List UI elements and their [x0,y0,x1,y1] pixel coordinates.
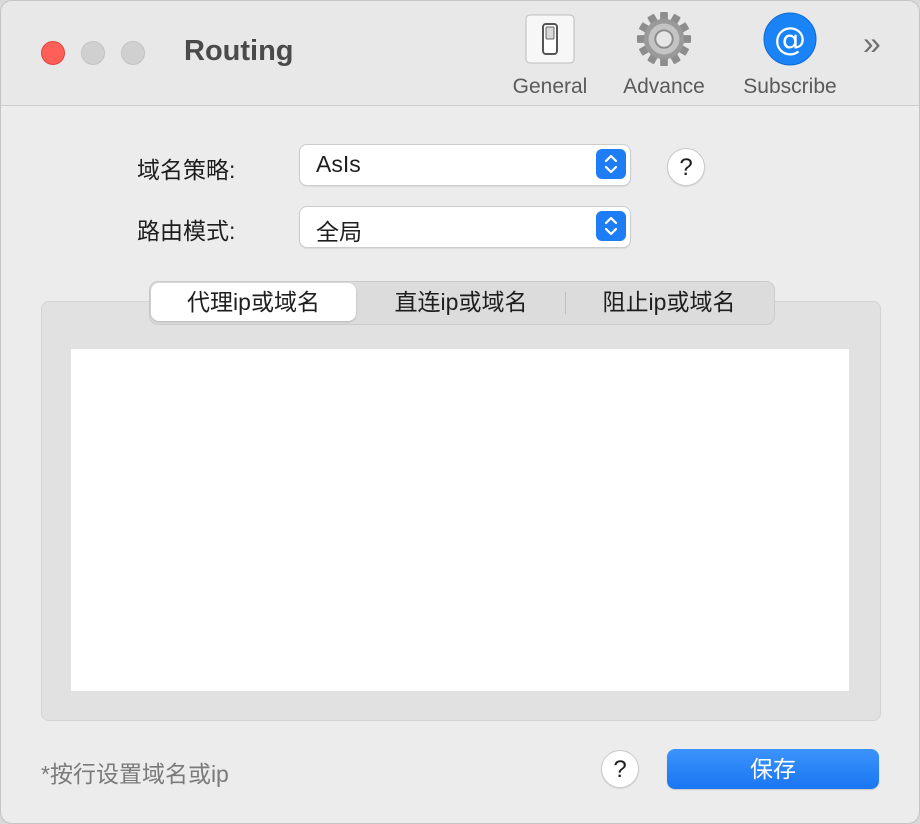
minimize-button[interactable] [81,41,105,65]
tab-proxy[interactable]: 代理ip或域名 [151,283,356,321]
toolbar-overflow-chevron-icon[interactable]: » [863,25,881,62]
routing-mode-label: 路由模式: [137,218,236,244]
popup-stepper-icon [596,211,626,241]
zoom-button[interactable] [121,41,145,65]
footer-help-button[interactable]: ? [601,750,639,788]
close-button[interactable] [41,41,65,65]
save-button[interactable]: 保存 [667,749,879,789]
tab-bar: 代理ip或域名 直连ip或域名 阻止ip或域名 [149,281,775,325]
footer-hint: *按行设置域名或ip [41,761,229,787]
domain-strategy-help-button[interactable]: ? [667,148,705,186]
toolbar-item-subscribe[interactable]: @ Subscribe [737,11,843,99]
toolbar-label-advance: Advance [623,75,705,98]
domain-strategy-value: AsIs [316,151,361,177]
toolbar-label-general: General [512,75,588,98]
tab-block[interactable]: 阻止ip或域名 [566,282,772,324]
domain-strategy-label: 域名策略: [137,157,236,183]
preferences-window: Routing General Advance @ Subscribe » 域名… [0,0,920,824]
title-bar: Routing General Advance @ Subscribe » [1,1,919,106]
domain-strategy-select[interactable]: AsIs [299,144,631,186]
gear-icon [636,11,692,67]
toolbar-item-general[interactable]: General [509,11,591,99]
at-sign-icon: @ [762,11,818,67]
switch-icon [522,11,578,67]
routing-mode-select[interactable]: 全局 [299,206,631,248]
svg-text:@: @ [774,20,806,58]
routing-mode-value: 全局 [316,219,362,245]
tab-direct[interactable]: 直连ip或域名 [358,282,564,324]
toolbar-item-advance[interactable]: Advance [619,11,709,99]
popup-stepper-icon [596,149,626,179]
window-title: Routing [184,35,294,67]
toolbar-label-subscribe: Subscribe [743,75,837,98]
rules-textarea[interactable] [71,349,849,691]
